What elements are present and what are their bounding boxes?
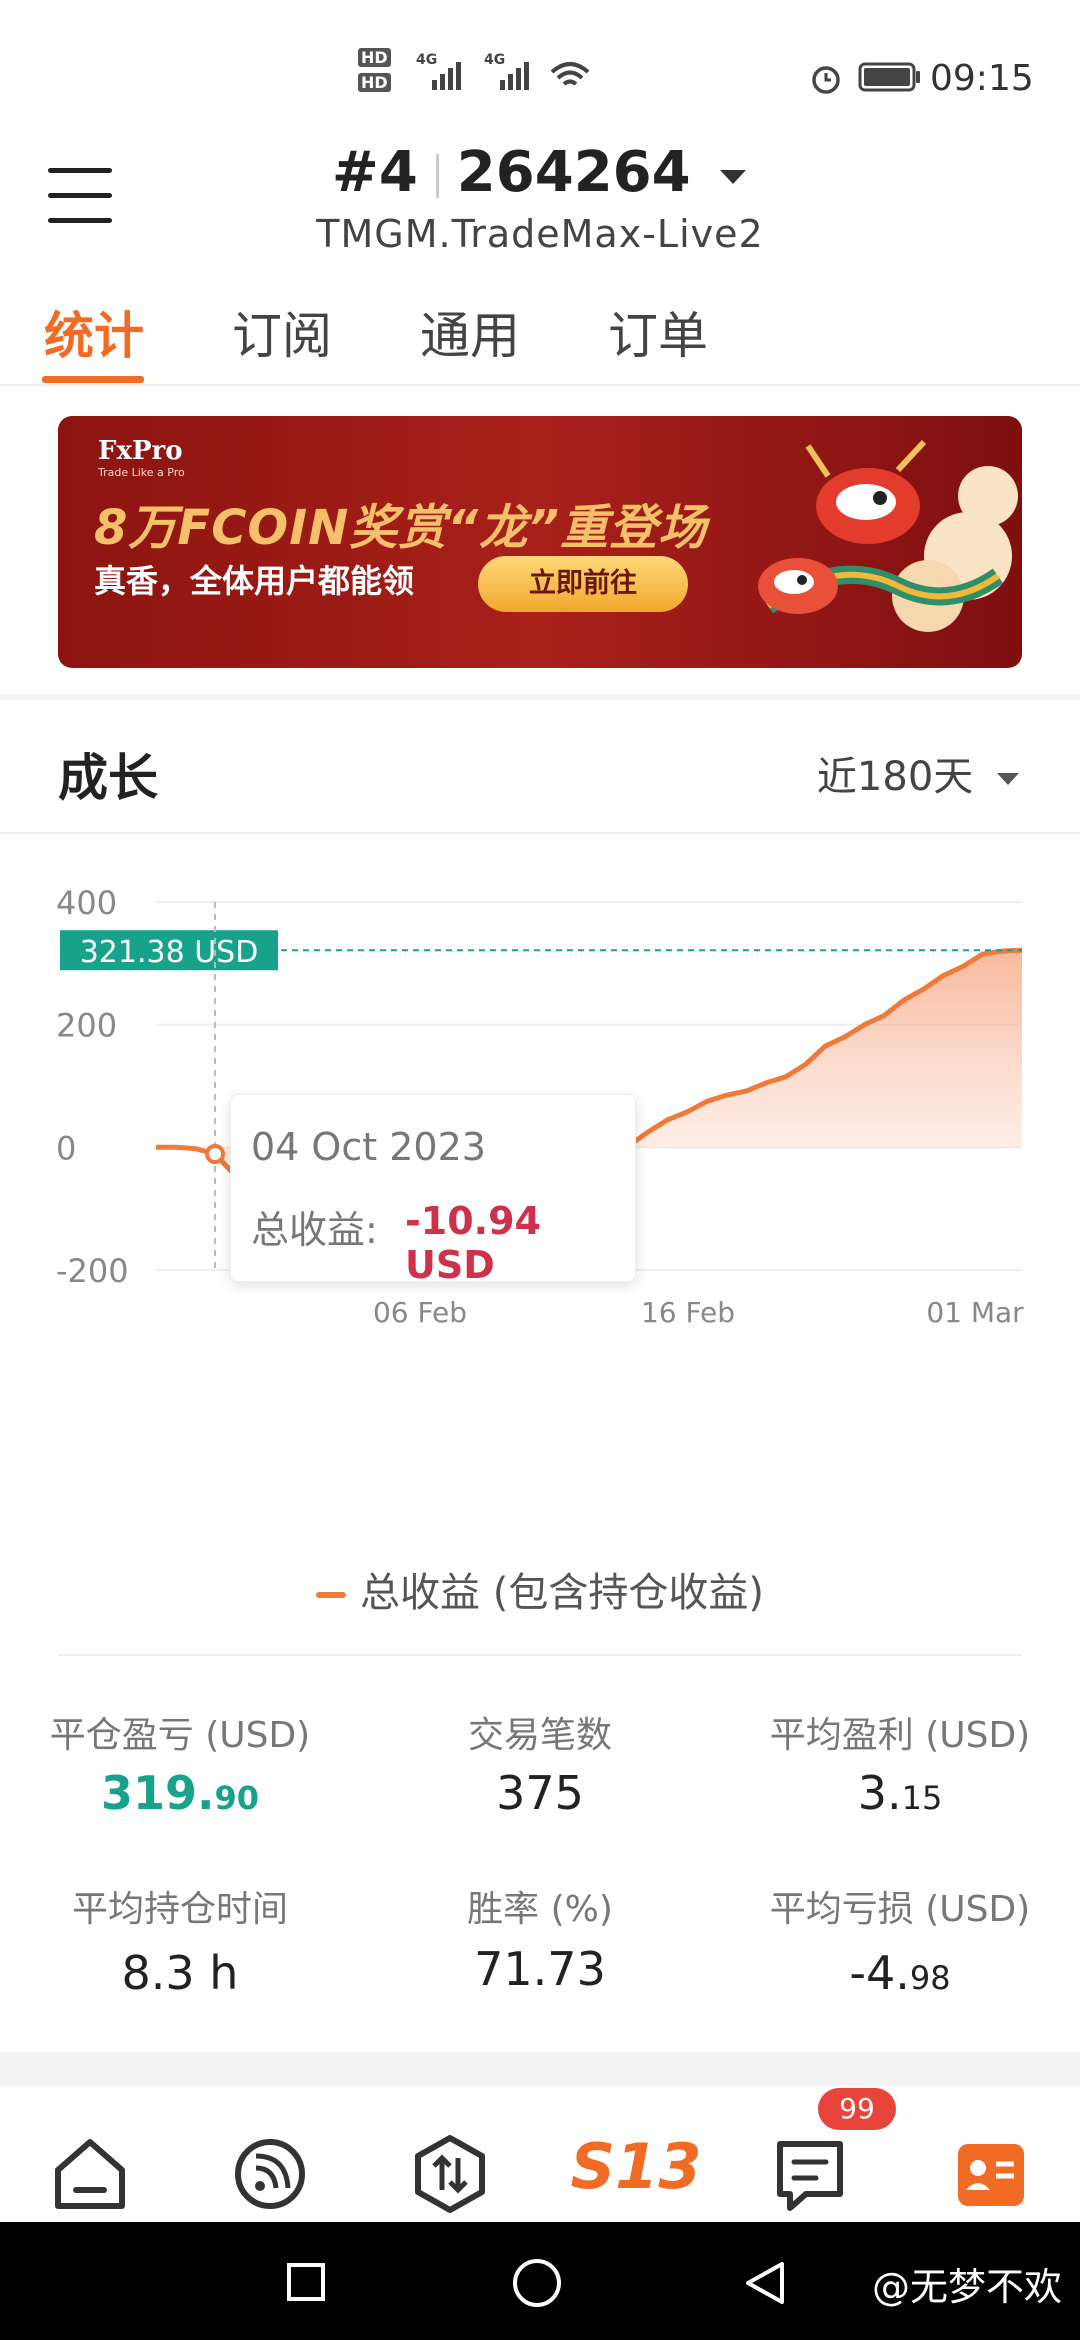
dragon-illustration: [758, 439, 1018, 632]
crosshair-marker: [205, 1144, 226, 1165]
x-tick-label: 16 Feb: [641, 1296, 735, 1329]
caret-down-icon: [720, 169, 747, 184]
tab-indicator: [42, 376, 144, 383]
hd-indicators: HD HD: [358, 48, 391, 92]
avg-loss-label: 平均亏损 (USD): [769, 1889, 1031, 1930]
back-icon[interactable]: [742, 2260, 788, 2306]
messages-icon[interactable]: [750, 2114, 870, 2234]
banner-brand-tagline: Trade Like a Pro: [98, 466, 185, 479]
range-label: 近180天: [816, 754, 974, 800]
section-separator: [0, 694, 1080, 700]
banner-subtitle: 真香，全体用户都能领: [94, 562, 415, 600]
tooltip-value: -10.94 USD: [405, 1199, 541, 1287]
banner-brand: FxPro: [98, 436, 183, 466]
home-circle-icon[interactable]: [512, 2258, 562, 2308]
chart-legend: 总收益 (包含持仓收益): [0, 1560, 1080, 1618]
trades-value: 375: [496, 1766, 584, 1820]
avg-profit-label: 平均盈利 (USD): [769, 1715, 1031, 1756]
tab-subscribe[interactable]: 订阅: [232, 296, 332, 368]
server-name: TMGM.TradeMax-Live2: [316, 212, 764, 256]
account-number: 264264: [456, 140, 691, 205]
win-rate-label: 胜率 (%): [467, 1889, 613, 1930]
account-prefix: #4: [331, 140, 418, 205]
growth-divider: [0, 832, 1080, 834]
system-nav-bar: @无梦不欢: [0, 2222, 1080, 2340]
avg-loss-value: -4.98: [849, 1946, 951, 2000]
banner-headline: 8万FCOIN奖赏“龙”重登场: [94, 500, 708, 556]
home-icon[interactable]: [30, 2114, 150, 2234]
avg-profit-value: 3.15: [857, 1766, 943, 1820]
alarm-icon: [812, 66, 840, 94]
battery-icon: [858, 62, 920, 92]
tooltip-label: 总收益:: [251, 1208, 378, 1252]
banner-cta-button[interactable]: 立即前往: [478, 556, 688, 612]
tab-stats[interactable]: 统计: [44, 296, 144, 368]
chart-tooltip: 04 Oct 2023 总收益: -10.94 USD: [230, 1094, 636, 1287]
x-tick-label: 01 Mar: [926, 1296, 1024, 1329]
tab-orders[interactable]: 订单: [608, 296, 708, 368]
avg-hold-label: 平均持仓时间: [71, 1889, 288, 1930]
content-end-band: [0, 2052, 1080, 2086]
win-rate-value: 71.73: [474, 1942, 606, 1996]
watermark: @无梦不欢: [871, 2265, 1062, 2309]
legend-swatch: [316, 1592, 347, 1598]
avg-hold-value: 8.3 h: [121, 1946, 239, 2000]
status-bar: HD HD 4G 4G 09:15: [0, 0, 1080, 130]
feed-icon[interactable]: [210, 2114, 330, 2234]
caret-down-icon: [997, 773, 1019, 785]
account-selector[interactable]: #4 264264: [0, 140, 1080, 205]
current-value-label: 321.38 USD: [80, 935, 259, 970]
y-tick-label: 400: [56, 884, 117, 922]
trade-icon[interactable]: [390, 2114, 510, 2234]
y-tick-label: 0: [56, 1129, 76, 1167]
tooltip-date: 04 Oct 2023: [251, 1125, 486, 1169]
messages-badge: 99: [818, 2088, 896, 2130]
promo-banner[interactable]: FxPro Trade Like a Pro 8万FCOIN奖赏“龙”重登场 真…: [58, 416, 1022, 668]
growth-title: 成长: [58, 749, 158, 807]
wifi-icon: [550, 62, 590, 86]
tab-divider: [0, 384, 1080, 386]
profile-card-icon[interactable]: [930, 2114, 1050, 2234]
clock: 09:15: [930, 58, 1034, 99]
x-tick-label: 06 Feb: [373, 1296, 467, 1329]
closed-pl-label: 平仓盈亏 (USD): [49, 1715, 311, 1756]
tab-general[interactable]: 通用: [420, 296, 520, 368]
recents-icon[interactable]: [286, 2262, 326, 2302]
closed-pl-value: 319.90: [100, 1766, 260, 1820]
trades-label: 交易笔数: [467, 1715, 612, 1756]
y-tick-label: 200: [56, 1007, 117, 1045]
range-selector[interactable]: 近180天: [817, 744, 1020, 802]
stats-divider: [58, 1654, 1022, 1656]
legend-label: 总收益 (包含持仓收益): [360, 1570, 764, 1616]
y-tick-label: -200: [56, 1252, 129, 1290]
